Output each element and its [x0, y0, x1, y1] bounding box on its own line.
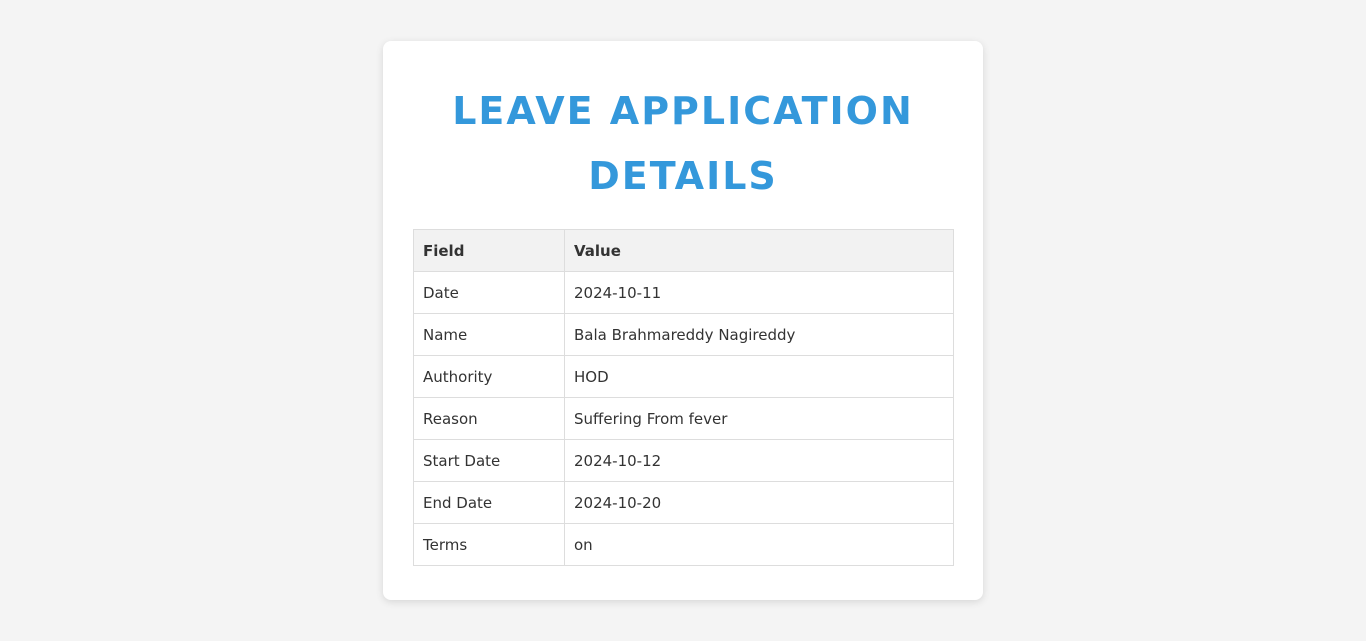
table-row: Name Bala Brahmareddy Nagireddy [413, 313, 954, 356]
field-cell: Terms [413, 523, 565, 566]
field-cell: Date [413, 271, 565, 314]
value-cell: Suffering From fever [564, 397, 954, 440]
leave-details-table: Field Value Date 2024-10-11 Name Bala Br… [413, 229, 954, 566]
table-row: End Date 2024-10-20 [413, 481, 954, 524]
column-header-field: Field [413, 229, 565, 272]
table-row: Reason Suffering From fever [413, 397, 954, 440]
leave-details-card: LEAVE APPLICATION DETAILS Field Value Da… [383, 41, 983, 600]
field-cell: End Date [413, 481, 565, 524]
table-row: Start Date 2024-10-12 [413, 439, 954, 482]
table-row: Date 2024-10-11 [413, 271, 954, 314]
table-header-row: Field Value [413, 229, 954, 272]
field-cell: Authority [413, 355, 565, 398]
value-cell: 2024-10-20 [564, 481, 954, 524]
column-header-value: Value [564, 229, 954, 272]
value-cell: HOD [564, 355, 954, 398]
field-cell: Reason [413, 397, 565, 440]
field-cell: Name [413, 313, 565, 356]
value-cell: 2024-10-12 [564, 439, 954, 482]
table-row: Authority HOD [413, 355, 954, 398]
value-cell: Bala Brahmareddy Nagireddy [564, 313, 954, 356]
page-title: LEAVE APPLICATION DETAILS [452, 89, 914, 198]
field-cell: Start Date [413, 439, 565, 482]
table-row: Terms on [413, 523, 954, 566]
value-cell: 2024-10-11 [564, 271, 954, 314]
value-cell: on [564, 523, 954, 566]
